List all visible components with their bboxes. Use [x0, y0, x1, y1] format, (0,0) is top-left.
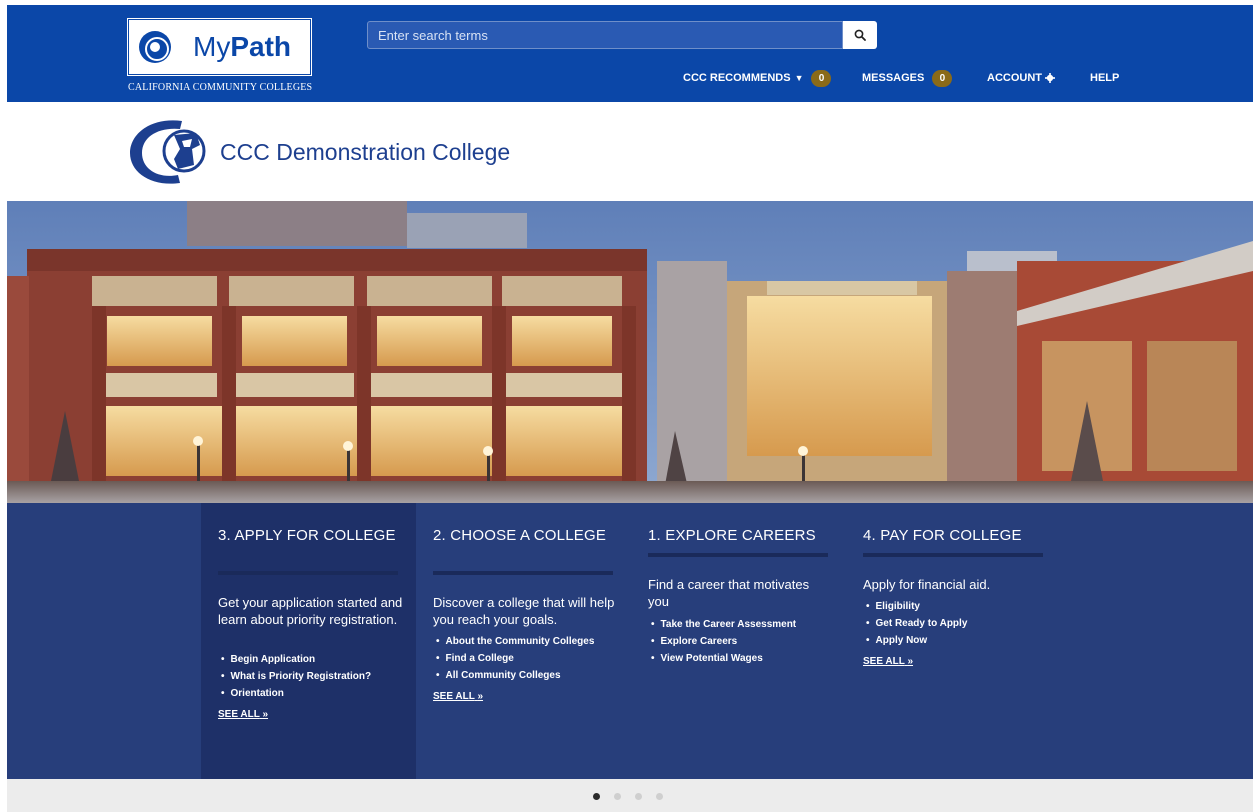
see-all-label: SEE ALL — [218, 709, 260, 720]
search-bar — [367, 21, 877, 49]
divider — [218, 571, 398, 575]
search-button[interactable] — [843, 21, 877, 49]
ccc-seal-icon — [139, 31, 171, 63]
link-priority-registration[interactable]: What is Priority Registration? — [221, 668, 372, 685]
link-about-community-colleges[interactable]: About the Community Colleges — [436, 633, 595, 650]
step-description: Discover a college that will help you re… — [433, 595, 615, 627]
nav-help-label: HELP — [1090, 72, 1120, 84]
gear-icon — [1045, 73, 1055, 83]
step-links: About the Community Colleges Find a Coll… — [436, 633, 595, 684]
step-title[interactable]: 1. EXPLORE CAREERS — [648, 528, 828, 544]
divider — [433, 571, 613, 575]
step-links: Take the Career Assessment Explore Caree… — [651, 616, 797, 667]
step-explore-careers: 1. EXPLORE CAREERS Find a career that mo… — [631, 503, 846, 779]
nav-account[interactable]: ACCOUNT — [987, 69, 1055, 87]
step-description: Get your application started and learn a… — [218, 595, 403, 627]
step-choose-a-college: 2. CHOOSE A COLLEGE Discover a college t… — [416, 503, 631, 779]
step-title[interactable]: 4. PAY FOR COLLEGE — [863, 528, 1043, 544]
recommends-count-badge: 0 — [811, 69, 832, 87]
step-links: Begin Application What is Priority Regis… — [221, 651, 372, 702]
steps-band: 3. APPLY FOR COLLEGE Get your applicatio… — [7, 503, 1253, 779]
link-all-community-colleges[interactable]: All Community Colleges — [436, 667, 594, 684]
double-chevron-right-icon: » — [262, 709, 269, 720]
see-all-label: SEE ALL — [863, 656, 905, 667]
search-input[interactable] — [367, 21, 843, 49]
link-begin-application[interactable]: Begin Application — [221, 651, 371, 668]
link-eligibility[interactable]: Eligibility — [866, 598, 967, 615]
divider — [648, 553, 828, 557]
carousel-dot-3[interactable] — [635, 793, 642, 800]
step-links: Eligibility Get Ready to Apply Apply Now — [866, 598, 968, 649]
nav-messages[interactable]: MESSAGES 0 — [862, 69, 953, 87]
step-pay-for-college: 4. PAY FOR COLLEGE Apply for financial a… — [846, 503, 1061, 779]
step-apply-for-college: 3. APPLY FOR COLLEGE Get your applicatio… — [201, 503, 416, 779]
step-title[interactable]: 3. APPLY FOR COLLEGE — [218, 528, 398, 544]
link-orientation[interactable]: Orientation — [221, 685, 371, 702]
link-potential-wages[interactable]: View Potential Wages — [651, 650, 796, 667]
search-icon — [854, 29, 866, 41]
divider — [863, 553, 1043, 557]
carousel-pager — [593, 793, 663, 800]
logo-subtitle: CALIFORNIA COMMUNITY COLLEGES — [128, 82, 313, 93]
link-get-ready-to-apply[interactable]: Get Ready to Apply — [866, 615, 968, 632]
step-description: Apply for financial aid. — [863, 577, 991, 592]
college-crest-icon — [130, 120, 206, 184]
see-all-label: SEE ALL — [433, 691, 475, 702]
double-chevron-right-icon: » — [907, 656, 914, 667]
link-career-assessment[interactable]: Take the Career Assessment — [651, 616, 797, 633]
carousel-dot-4[interactable] — [656, 793, 663, 800]
college-identity[interactable]: CCC Demonstration College — [122, 115, 510, 190]
see-all-link[interactable]: SEE ALL » — [218, 709, 268, 720]
carousel-footer — [7, 779, 1253, 812]
top-header: MyPath CALIFORNIA COMMUNITY COLLEGES CCC… — [7, 5, 1253, 102]
step-title[interactable]: 2. CHOOSE A COLLEGE — [433, 528, 613, 544]
carousel-dot-2[interactable] — [614, 793, 621, 800]
caret-down-icon: ▼ — [794, 73, 804, 83]
mypath-logo[interactable]: MyPath — [127, 18, 312, 76]
nav-recommends-label: CCC RECOMMENDS — [683, 72, 791, 84]
hero-campus-image — [7, 201, 1253, 503]
nav-account-label: ACCOUNT — [987, 72, 1042, 84]
campus-illustration — [7, 201, 1253, 503]
nav-help[interactable]: HELP — [1090, 69, 1119, 87]
carousel-dot-1[interactable] — [593, 793, 600, 800]
step-description: Find a career that motivates you — [648, 577, 810, 609]
link-explore-careers[interactable]: Explore Careers — [651, 633, 796, 650]
see-all-link[interactable]: SEE ALL » — [863, 656, 913, 667]
nav-ccc-recommends[interactable]: CCC RECOMMENDS ▼ 0 — [683, 69, 832, 87]
logo-wordmark: MyPath — [193, 31, 292, 62]
messages-count-badge: 0 — [932, 69, 953, 87]
double-chevron-right-icon: » — [477, 691, 484, 702]
see-all-link[interactable]: SEE ALL » — [433, 691, 483, 702]
link-find-a-college[interactable]: Find a College — [436, 650, 594, 667]
page: MyPath CALIFORNIA COMMUNITY COLLEGES CCC… — [0, 0, 1253, 812]
college-name: CCC Demonstration College — [220, 139, 511, 165]
nav-messages-label: MESSAGES — [862, 72, 925, 84]
link-apply-now[interactable]: Apply Now — [866, 632, 967, 649]
